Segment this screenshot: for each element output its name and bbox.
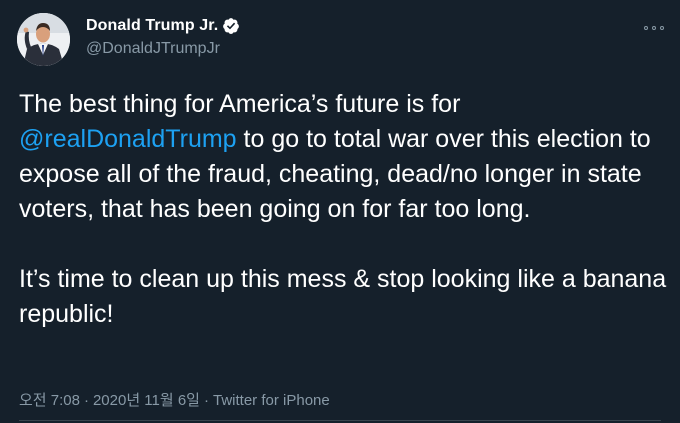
- avatar[interactable]: [17, 13, 70, 66]
- more-dot-icon: [660, 26, 664, 30]
- tweet-metadata: 오전 7:08 · 2020년 11월 6일 · Twitter for iPhone: [19, 389, 330, 410]
- tweet-date[interactable]: 2020년 11월 6일: [93, 392, 200, 409]
- tweet-source[interactable]: Twitter for iPhone: [213, 392, 330, 409]
- profile-photo: [17, 13, 70, 66]
- more-options-icon[interactable]: [644, 22, 664, 34]
- meta-separator: ·: [204, 392, 209, 409]
- verified-badge-icon: [223, 18, 240, 34]
- display-name[interactable]: Donald Trump Jr.: [86, 17, 218, 35]
- divider: [19, 420, 661, 421]
- meta-separator: ·: [83, 392, 89, 409]
- more-dot-icon: [652, 26, 656, 30]
- tweet-text-part: The best thing for America’s future is f…: [19, 90, 468, 118]
- tweet-time[interactable]: 오전 7:08: [19, 392, 80, 409]
- mention-link[interactable]: @realDonaldTrump: [19, 125, 237, 153]
- author-name-row[interactable]: Donald Trump Jr.: [86, 17, 240, 35]
- tweet-text-part: to go to total war over this election to…: [19, 125, 667, 328]
- user-handle[interactable]: @DonaldJTrumpJr: [86, 40, 220, 58]
- tweet-text: The best thing for America’s future is f…: [19, 87, 669, 332]
- more-dot-icon: [644, 26, 648, 30]
